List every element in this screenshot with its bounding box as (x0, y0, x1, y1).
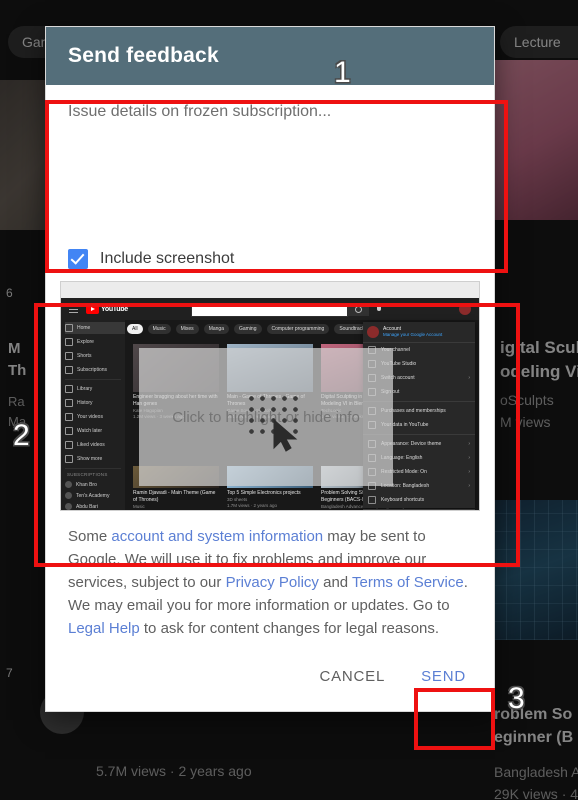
sidebar-item-library[interactable]: Library (65, 383, 125, 395)
sidebar-label: Shorts (77, 353, 92, 359)
send-button[interactable]: SEND (407, 658, 480, 695)
video-meta: 29K views · 4 months ago (321, 510, 407, 511)
sidebar-label: Explore (77, 339, 94, 345)
sidebar-label: Watch later (77, 428, 103, 434)
video-meta: 1.7M views · 2 years ago (227, 503, 278, 508)
preview-sidebar: Home Explore Shorts Subscriptions Librar… (61, 320, 125, 510)
account-system-information-link[interactable]: account and system information (111, 528, 323, 545)
sidebar-subscription-item[interactable]: Abdu Bari (65, 501, 125, 510)
sidebar-label: Library (77, 386, 93, 392)
feedback-textarea[interactable] (46, 85, 494, 243)
sidebar-item-liked-videos[interactable]: Liked videos (65, 439, 125, 451)
compass-icon (65, 338, 73, 346)
shorts-icon (65, 352, 73, 360)
account-menu-header: Account Manage your Google Account (363, 322, 475, 343)
screen: Gam Lecture 6 M Th Ra Ma 7 5.7M views · … (0, 0, 578, 800)
library-icon (65, 385, 73, 393)
microphone-icon[interactable] (377, 303, 381, 311)
subscription-label: Khan Bro (76, 481, 97, 488)
chevron-right-icon: › (468, 455, 470, 461)
sidebar-divider (65, 379, 121, 380)
sidebar-item-shorts[interactable]: Shorts (65, 350, 125, 362)
legal-part-3: and (318, 574, 353, 591)
preview-youtube-page: YouTube Home Explore Shorts Subscription… (61, 298, 479, 510)
chevron-down-icon (65, 455, 73, 463)
cancel-button[interactable]: CANCEL (305, 658, 399, 695)
your-videos-icon (65, 413, 73, 421)
sidebar-label: History (77, 400, 93, 406)
preview-chip-computer-programming[interactable]: Computer programming (266, 324, 330, 334)
screenshot-preview[interactable]: YouTube Home Explore Shorts Subscription… (60, 281, 480, 511)
legal-part-5: to ask for content changes for legal rea… (139, 620, 440, 637)
manage-account-link[interactable]: Manage your Google Account (383, 332, 442, 337)
sidebar-label: Liked videos (77, 442, 105, 448)
privacy-policy-link[interactable]: Privacy Policy (226, 574, 319, 591)
video-title: Ramin Djawadi - Main Theme (Game of Thro… (133, 490, 216, 503)
include-screenshot-checkbox[interactable] (68, 249, 88, 269)
preview-chip-music[interactable]: Music (147, 324, 171, 334)
preview-chip-mixes[interactable]: Mixes (175, 324, 199, 334)
sidebar-item-explore[interactable]: Explore (65, 336, 125, 348)
sidebar-item-your-videos[interactable]: Your videos (65, 411, 125, 423)
home-icon (65, 324, 73, 332)
youtube-logo-icon[interactable] (86, 304, 99, 314)
sidebar-item-watch-later[interactable]: Watch later (65, 425, 125, 437)
subscriptions-icon (65, 366, 73, 374)
menu-divider (363, 509, 475, 510)
clock-icon (65, 427, 73, 435)
sidebar-item-show-more[interactable]: Show more (65, 453, 125, 465)
sidebar-label: Home (77, 325, 91, 331)
chevron-right-icon: › (468, 469, 470, 475)
video-title: Top 5 Simple Electronics projects (227, 490, 301, 496)
preview-masthead: YouTube (61, 298, 479, 320)
preview-account-avatar[interactable] (459, 303, 471, 315)
sidebar-item-home[interactable]: Home (65, 322, 125, 334)
sidebar-subscription-item[interactable]: Ten's Academy (65, 490, 125, 501)
preview-chip-manga[interactable]: Manga (203, 324, 229, 334)
subscription-label: Ten's Academy (76, 492, 110, 499)
dialog-title: Send feedback (68, 44, 219, 67)
dialog-header: Send feedback (46, 27, 494, 85)
search-icon[interactable] (347, 303, 369, 316)
thumbs-up-icon (65, 441, 73, 449)
mouse-cursor-icon (273, 418, 298, 452)
chevron-right-icon: › (468, 375, 470, 381)
preview-search-input[interactable] (191, 303, 348, 317)
dialog-actions: CANCEL SEND (46, 648, 494, 711)
sidebar-item-history[interactable]: History (65, 397, 125, 409)
sidebar-item-subscriptions[interactable]: Subscriptions (65, 364, 125, 376)
account-menu-item-keyboard-shortcuts[interactable]: Keyboard shortcuts (363, 493, 475, 507)
sidebar-subscription-item[interactable]: Khan Bro (65, 479, 125, 490)
channel-avatar (65, 503, 72, 510)
account-avatar (367, 326, 379, 338)
preview-chip-all[interactable]: All (127, 324, 143, 334)
hamburger-menu-icon[interactable] (69, 305, 78, 313)
include-screenshot-label: Include screenshot (100, 250, 235, 267)
subscription-label: Abdu Bari (76, 503, 98, 510)
sidebar-subscriptions-heading: SUBSCRIPTIONS (67, 472, 108, 477)
sidebar-divider (65, 468, 121, 469)
preview-browser-bar (61, 282, 479, 298)
menu-label: Keyboard shortcuts (381, 497, 425, 503)
chevron-right-icon: › (468, 483, 470, 489)
sidebar-label: Your videos (77, 414, 103, 420)
preview-logo-text: YouTube (101, 305, 128, 313)
preview-chip-gaming[interactable]: Gaming (233, 324, 262, 334)
include-screenshot-row[interactable]: Include screenshot (46, 243, 494, 281)
video-meta: 909 views · 17 hours ago (133, 510, 219, 511)
channel-avatar (65, 492, 72, 499)
chevron-right-icon: › (468, 441, 470, 447)
sidebar-label: Show more (77, 456, 103, 462)
history-icon (65, 399, 73, 407)
channel-avatar (65, 481, 72, 488)
legal-part-1: Some (68, 528, 112, 545)
keyboard-icon (368, 496, 376, 504)
send-feedback-dialog: Send feedback Include screenshot YouTube (45, 26, 495, 712)
sidebar-label: Subscriptions (77, 367, 108, 373)
legal-help-link[interactable]: Legal Help (68, 620, 140, 637)
terms-of-service-link[interactable]: Terms of Service (352, 574, 464, 591)
legal-text: Some account and system information may … (46, 511, 494, 648)
